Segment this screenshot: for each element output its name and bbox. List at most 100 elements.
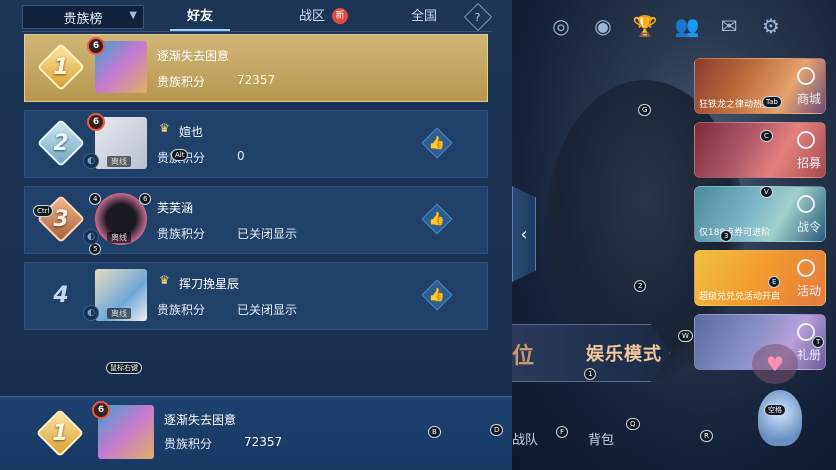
crown-icon: ♛ [159, 273, 170, 287]
rank-number-plain: 4 [39, 273, 83, 317]
rank-badge-gold: 1 [36, 42, 86, 92]
leaderboard-panel: 贵族榜 ▼ 好友 战区 新 全国 ? 1 6 逐渐失去困意 贵族积分 72357… [0, 0, 512, 470]
mail-icon[interactable]: ✉ [708, 8, 750, 44]
top-toolbar: ◎ ◉ 🏆 👥 ✉ ⚙ [540, 8, 792, 44]
hotkey-tab: Tab [762, 96, 782, 108]
thumbs-up-icon: 👍 [428, 135, 446, 151]
hotkey-f: F [556, 426, 569, 438]
hotkey-6: 6 [139, 193, 152, 205]
offline-status: 离线 [107, 232, 131, 243]
score-value: 72357 [244, 435, 283, 449]
bag-button[interactable]: 背包 [588, 429, 614, 448]
player-name: 芙芙涵 [157, 201, 194, 215]
thumbs-up-icon: 👍 [428, 287, 446, 303]
vip-level-badge: 6 [87, 37, 105, 55]
offline-status: 离线 [107, 156, 131, 167]
entertainment-mode-button[interactable]: 位 娱乐模式 [510, 324, 690, 382]
crown-icon: ♛ [159, 121, 170, 135]
tab-divider [22, 31, 492, 32]
battlepass-card-tag: 战令 [796, 220, 821, 234]
leaderboard-row[interactable]: 4 离线 ◐ ♛ 挥刀挽星辰 贵族积分 已关闭显示 👍 [24, 262, 488, 330]
hotkey-b: B [428, 426, 441, 438]
eye-icon[interactable]: ◉ [582, 8, 624, 44]
vip-level-badge: 6 [87, 113, 105, 131]
avatar[interactable]: 离线 [95, 269, 147, 321]
score-label: 贵族积分 [157, 227, 206, 241]
mascot-avatar[interactable] [758, 390, 802, 446]
status-icon: ◐ [83, 229, 99, 245]
offline-status: 离线 [107, 308, 131, 319]
tab-region-label: 战区 [298, 9, 325, 24]
help-icon: ? [475, 10, 481, 24]
event-card-tag: 活动 [796, 284, 821, 298]
like-button[interactable]: 👍 [421, 127, 453, 159]
score-label: 贵族积分 [164, 437, 213, 451]
score-label: 贵族积分 [157, 75, 206, 89]
battlepass-card-caption: 仅188点券可进阶 [699, 228, 771, 238]
status-icon: ◐ [83, 305, 99, 321]
chevron-down-icon: ▼ [129, 10, 137, 21]
rank-number: 1 [53, 54, 69, 80]
dropdown-label: 贵族榜 [63, 11, 103, 27]
side-promo-cards: 狂铁龙之律动热卖 商城 招募 仅188点券可进阶 战令 超级兑兑兑活动开启 活动… [694, 58, 826, 378]
hotkey-ctrl: Ctrl [33, 205, 54, 217]
heart-icon[interactable]: ♥ [752, 344, 798, 384]
leaderboard-row[interactable]: 2 离线 6 ◐ ♛ 媗也 贵族积分 0 👍 Alt [24, 110, 488, 178]
player-name: 逐渐失去困意 [157, 49, 230, 63]
tab-friends[interactable]: 好友 [144, 5, 256, 31]
hotkey-alt: Alt [171, 149, 189, 161]
hotkey-q: Q [626, 418, 640, 430]
score-value: 已关闭显示 [237, 227, 298, 241]
ranked-mode-fragment: 位 [512, 344, 535, 369]
recruit-card-tag: 招募 [796, 156, 821, 170]
status-icon: ◐ [83, 153, 99, 169]
tab-national-label: 全国 [410, 9, 437, 24]
new-badge: 新 [332, 8, 348, 24]
rank-badge-silver: 2 [36, 118, 86, 168]
player-name: 媗也 [179, 125, 204, 139]
rank-badge-gold: 1 [35, 408, 85, 458]
recruit-tag-icon [797, 131, 815, 149]
shop-card-caption: 狂铁龙之律动热卖 [699, 100, 772, 110]
vip-level-badge: 6 [92, 401, 110, 419]
friends-icon[interactable]: 👥 [666, 8, 708, 44]
rank-badge-bronze: 3 [36, 194, 86, 244]
leaderboard-row[interactable]: 3 Ctrl 离线 4 6 5 ◐ 芙芙涵 贵族积分 已关闭显示 👍 [24, 186, 488, 255]
rank-number: 3 [53, 206, 69, 232]
event-card[interactable]: 超级兑兑兑活动开启 活动 [694, 250, 826, 306]
gear-icon[interactable]: ⚙ [750, 8, 792, 44]
battlepass-tag-icon [797, 195, 815, 213]
event-card-caption: 超级兑兑兑活动开启 [699, 292, 781, 302]
tab-region[interactable]: 战区 新 [256, 5, 368, 29]
player-name: 挥刀挽星辰 [179, 277, 240, 291]
leaderboard-row[interactable]: 1 6 逐渐失去困意 贵族积分 72357 [24, 34, 488, 102]
team-button[interactable]: 战队 [512, 429, 538, 448]
shop-card[interactable]: 狂铁龙之律动热卖 商城 [694, 58, 826, 114]
target-icon[interactable]: ◎ [540, 8, 582, 44]
gift-card-tag: 礼册 [796, 348, 821, 362]
rank-number: 4 [53, 282, 69, 308]
like-button[interactable]: 👍 [421, 203, 453, 235]
hotkey-mouse-right: 鼠标右键 [106, 362, 142, 374]
score-value: 已关闭显示 [237, 303, 298, 317]
hotkey-v: V [760, 186, 773, 198]
trophy-icon[interactable]: 🏆 [624, 8, 666, 44]
entertainment-mode-label: 娱乐模式 [586, 344, 662, 365]
rank-number: 1 [52, 420, 68, 446]
hotkey-w: W [678, 330, 693, 342]
score-value: 72357 [237, 73, 276, 87]
rank-number: 2 [53, 130, 69, 156]
score-label: 贵族积分 [157, 303, 206, 317]
shop-tag-icon [797, 67, 815, 85]
recruit-card[interactable]: 招募 [694, 122, 826, 178]
like-button[interactable]: 👍 [421, 279, 453, 311]
chevron-left-icon[interactable]: ‹ [512, 186, 536, 282]
tab-friends-label: 好友 [186, 9, 213, 24]
hotkey-c: C [760, 130, 773, 142]
score-value: 0 [237, 149, 245, 163]
leaderboard-type-dropdown[interactable]: 贵族榜 ▼ [22, 5, 144, 29]
thumbs-up-icon: 👍 [428, 211, 446, 227]
event-tag-icon [797, 259, 815, 277]
hotkey-r: R [700, 430, 713, 442]
hotkey-space: 空格 [764, 404, 786, 416]
